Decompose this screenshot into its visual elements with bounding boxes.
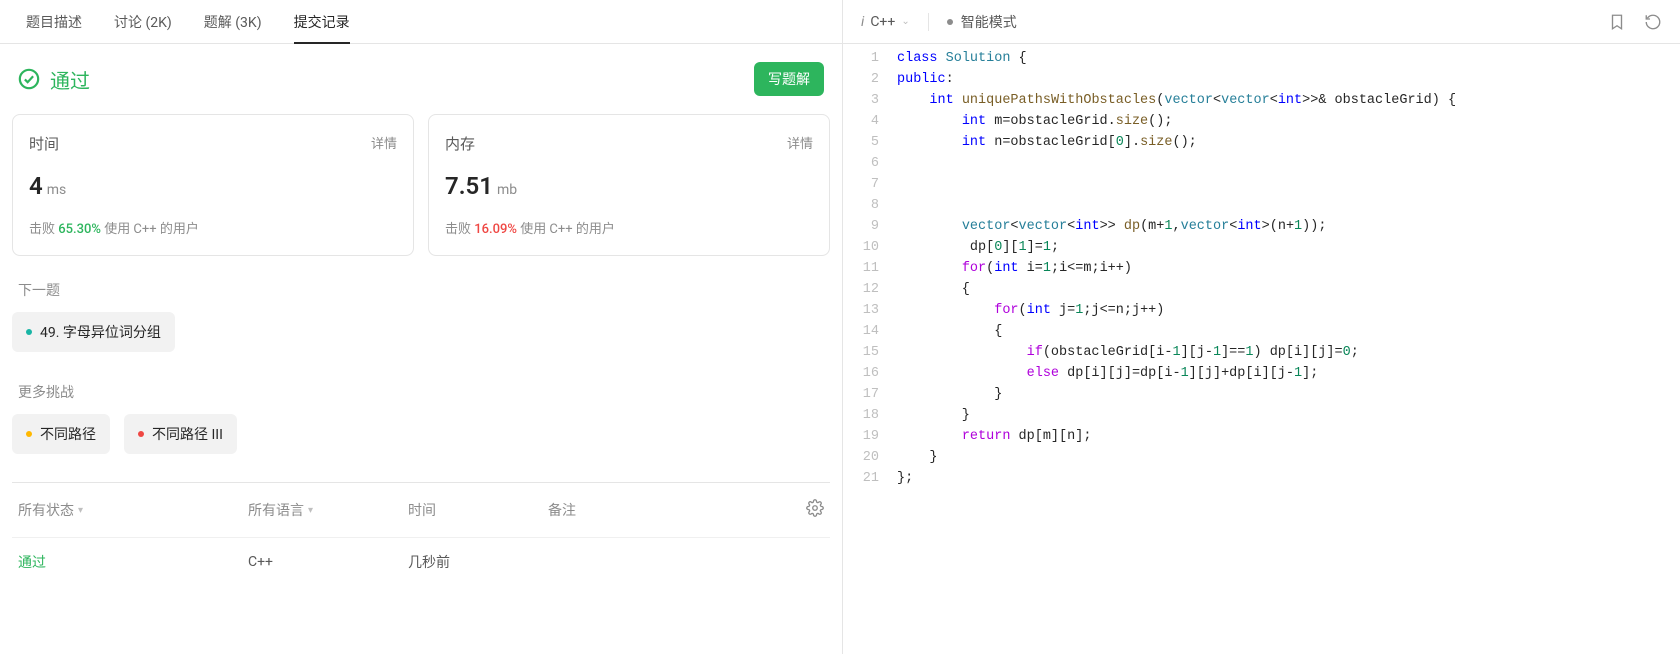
row-time: 几秒前 (408, 552, 548, 572)
bookmark-icon[interactable] (1608, 13, 1626, 31)
table-settings-button[interactable] (794, 499, 824, 521)
code-editor[interactable]: 123456789101112131415161718192021 class … (843, 44, 1680, 654)
difficulty-dot-icon (26, 329, 32, 335)
tab-description[interactable]: 题目描述 (10, 0, 98, 43)
time-value: 4 (29, 172, 43, 200)
next-section-title: 下一题 (18, 280, 830, 300)
write-solution-button[interactable]: 写题解 (754, 62, 824, 96)
problem-tabs: 题目描述 讨论 (2K) 题解 (3K) 提交记录 (0, 0, 842, 44)
difficulty-dot-icon (26, 431, 32, 437)
time-details-link[interactable]: 详情 (371, 133, 397, 154)
submission-row[interactable]: 通过 C++ 几秒前 (12, 537, 830, 586)
gear-icon (806, 499, 824, 517)
dot-icon (947, 19, 953, 25)
chevron-down-icon: ▾ (78, 505, 83, 516)
memory-details-link[interactable]: 详情 (787, 133, 813, 154)
memory-beats-percent: 16.09% (474, 222, 517, 237)
difficulty-dot-icon (138, 431, 144, 437)
memory-unit: mb (497, 182, 517, 198)
smart-mode-label: 智能模式 (961, 12, 1017, 32)
memory-title: 内存 (445, 133, 475, 154)
column-time-header: 时间 (408, 500, 548, 520)
reset-icon[interactable] (1644, 13, 1662, 31)
row-status: 通过 (18, 552, 248, 572)
tab-solutions[interactable]: 题解 (3K) (188, 0, 278, 43)
language-selector[interactable]: i C++ ⌄ (861, 14, 910, 30)
more-section-title: 更多挑战 (18, 382, 830, 402)
status-text: 通过 (50, 65, 90, 94)
italic-i-icon: i (861, 14, 864, 30)
memory-value: 7.51 (445, 172, 493, 200)
next-problem-link[interactable]: 49. 字母异位词分组 (12, 312, 175, 352)
time-beats-percent: 65.30% (58, 222, 101, 237)
time-metric-card: 时间 详情 4ms 击败 65.30% 使用 C++ 的用户 (12, 114, 414, 256)
filter-language-dropdown[interactable]: 所有语言▾ (248, 500, 408, 520)
row-language: C++ (248, 554, 408, 570)
tab-submissions[interactable]: 提交记录 (278, 0, 366, 43)
time-unit: ms (47, 182, 67, 198)
memory-metric-card: 内存 详情 7.51mb 击败 16.09% 使用 C++ 的用户 (428, 114, 830, 256)
line-gutter: 123456789101112131415161718192021 (843, 48, 897, 654)
challenge-link-2[interactable]: 不同路径 III (124, 414, 237, 454)
code-content: class Solution { public: int uniquePaths… (897, 48, 1680, 654)
language-label: C++ (870, 14, 895, 30)
time-title: 时间 (29, 133, 59, 154)
challenge-link-1[interactable]: 不同路径 (12, 414, 110, 454)
column-note-header: 备注 (548, 500, 794, 520)
tab-discussion[interactable]: 讨论 (2K) (98, 0, 188, 43)
next-problem-label: 49. 字母异位词分组 (40, 322, 161, 342)
chevron-down-icon: ⌄ (901, 16, 909, 27)
check-circle-icon (18, 68, 40, 90)
filter-status-dropdown[interactable]: 所有状态▾ (18, 500, 248, 520)
chevron-down-icon: ▾ (308, 505, 313, 516)
